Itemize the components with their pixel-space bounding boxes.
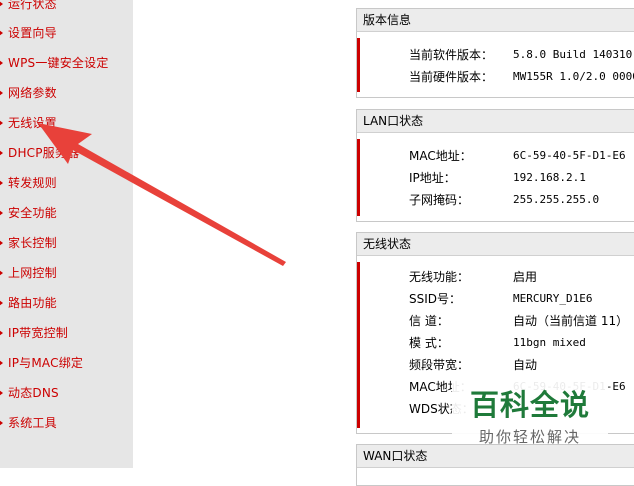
info-value: 192.168.2.1 — [513, 171, 586, 184]
bullet-icon — [0, 360, 3, 366]
sidebar-item-ip-mac-binding[interactable]: IP与MAC绑定 — [0, 348, 133, 378]
panel-title: 无线状态 — [357, 233, 634, 256]
watermark-logo: 百科全说 助你轻松解决 — [452, 378, 608, 446]
sidebar-item-label: WPS一键安全设定 — [8, 56, 109, 70]
sidebar-item-label: 转发规则 — [8, 176, 57, 190]
sidebar-item-label: 系统工具 — [8, 416, 57, 430]
info-key: 模 式： — [409, 336, 449, 350]
bullet-icon — [0, 330, 3, 336]
sidebar-item-label: DHCP服务器 — [8, 146, 80, 160]
bullet-icon — [0, 90, 3, 96]
bullet-icon — [0, 60, 3, 66]
sidebar-item-system-tools[interactable]: 系统工具 — [0, 408, 133, 438]
sidebar-item-label: 路由功能 — [8, 296, 57, 310]
sidebar-nav: 运行状态 设置向导 WPS一键安全设定 网络参数 无线设置 DHCP服务器 转发… — [0, 0, 133, 468]
info-value: 自动 — [513, 358, 538, 372]
sidebar-item-label: IP与MAC绑定 — [8, 356, 84, 370]
sidebar-item-label: 设置向导 — [8, 26, 57, 40]
sidebar-item-label: 安全功能 — [8, 206, 57, 220]
bullet-icon — [0, 420, 3, 426]
panel-title: WAN口状态 — [357, 445, 634, 468]
sidebar-item-network[interactable]: 网络参数 — [0, 78, 133, 108]
sidebar-item-parental-control[interactable]: 家长控制 — [0, 228, 133, 258]
info-value: 启用 — [513, 270, 538, 284]
sidebar-item-label: 上网控制 — [8, 266, 57, 280]
version-info-panel: 版本信息 当前软件版本： 5.8.0 Build 140310 R 当前硬件版本… — [356, 8, 634, 98]
panel-body: MAC地址： 6C-59-40-5F-D1-E6 IP地址： 192.168.2… — [357, 139, 634, 216]
bullet-icon — [0, 1, 3, 7]
sidebar-item-bandwidth-control[interactable]: IP带宽控制 — [0, 318, 133, 348]
info-value: 5.8.0 Build 140310 R — [513, 48, 634, 61]
info-key: 信 道： — [409, 314, 449, 328]
bullet-icon — [0, 120, 3, 126]
info-key: 无线功能： — [409, 270, 470, 284]
sidebar-item-label: IP带宽控制 — [8, 326, 68, 340]
info-value: MW155R 1.0/2.0 00000 — [513, 70, 634, 83]
sidebar-item-security[interactable]: 安全功能 — [0, 198, 133, 228]
sidebar-item-label: 动态DNS — [8, 386, 59, 400]
sidebar-item-label: 家长控制 — [8, 236, 57, 250]
bullet-icon — [0, 270, 3, 276]
bullet-icon — [0, 180, 3, 186]
bullet-icon — [0, 390, 3, 396]
wan-status-panel: WAN口状态 — [356, 444, 634, 486]
lan-status-panel: LAN口状态 MAC地址： 6C-59-40-5F-D1-E6 IP地址： 19… — [356, 109, 634, 222]
sidebar-item-ddns[interactable]: 动态DNS — [0, 378, 133, 408]
info-key: MAC地址： — [409, 149, 472, 163]
sidebar-item-wireless[interactable]: 无线设置 — [0, 108, 133, 138]
sidebar-item-label: 网络参数 — [8, 86, 57, 100]
sidebar-item-forwarding[interactable]: 转发规则 — [0, 168, 133, 198]
info-value: 11bgn mixed — [513, 336, 586, 349]
sidebar-item-label: 无线设置 — [8, 116, 57, 130]
info-key: IP地址： — [409, 171, 456, 185]
bullet-icon — [0, 300, 3, 306]
sidebar-item-dhcp[interactable]: DHCP服务器 — [0, 138, 133, 168]
info-key: SSID号： — [409, 292, 462, 306]
watermark-title: 百科全说 — [469, 388, 590, 422]
info-value: 255.255.255.0 — [513, 193, 600, 206]
sidebar-item-label: 运行状态 — [8, 0, 57, 11]
info-value: 6C-59-40-5F-D1-E6 — [513, 149, 626, 162]
watermark-subtitle: 助你轻松解决 — [478, 428, 581, 446]
bullet-icon — [0, 210, 3, 216]
bullet-icon — [0, 240, 3, 246]
info-value: 自动（当前信道 11） — [513, 314, 629, 328]
info-key: 子网掩码： — [409, 193, 470, 207]
sidebar-item-run-status[interactable]: 运行状态 — [0, 0, 133, 19]
info-value: MERCURY_D1E6 — [513, 292, 593, 305]
sidebar-item-wps[interactable]: WPS一键安全设定 — [0, 48, 133, 78]
info-key: 当前硬件版本： — [409, 70, 494, 84]
panel-title: 版本信息 — [357, 9, 634, 32]
sidebar-item-access-control[interactable]: 上网控制 — [0, 258, 133, 288]
panel-title: LAN口状态 — [357, 110, 634, 133]
panel-body: 当前软件版本： 5.8.0 Build 140310 R 当前硬件版本： MW1… — [357, 38, 634, 92]
sidebar-item-routing[interactable]: 路由功能 — [0, 288, 133, 318]
sidebar-item-setup-wizard[interactable]: 设置向导 — [0, 18, 133, 48]
bullet-icon — [0, 30, 3, 36]
bullet-icon — [0, 150, 3, 156]
info-key: 当前软件版本： — [409, 48, 494, 62]
info-key: 频段带宽： — [409, 358, 470, 372]
